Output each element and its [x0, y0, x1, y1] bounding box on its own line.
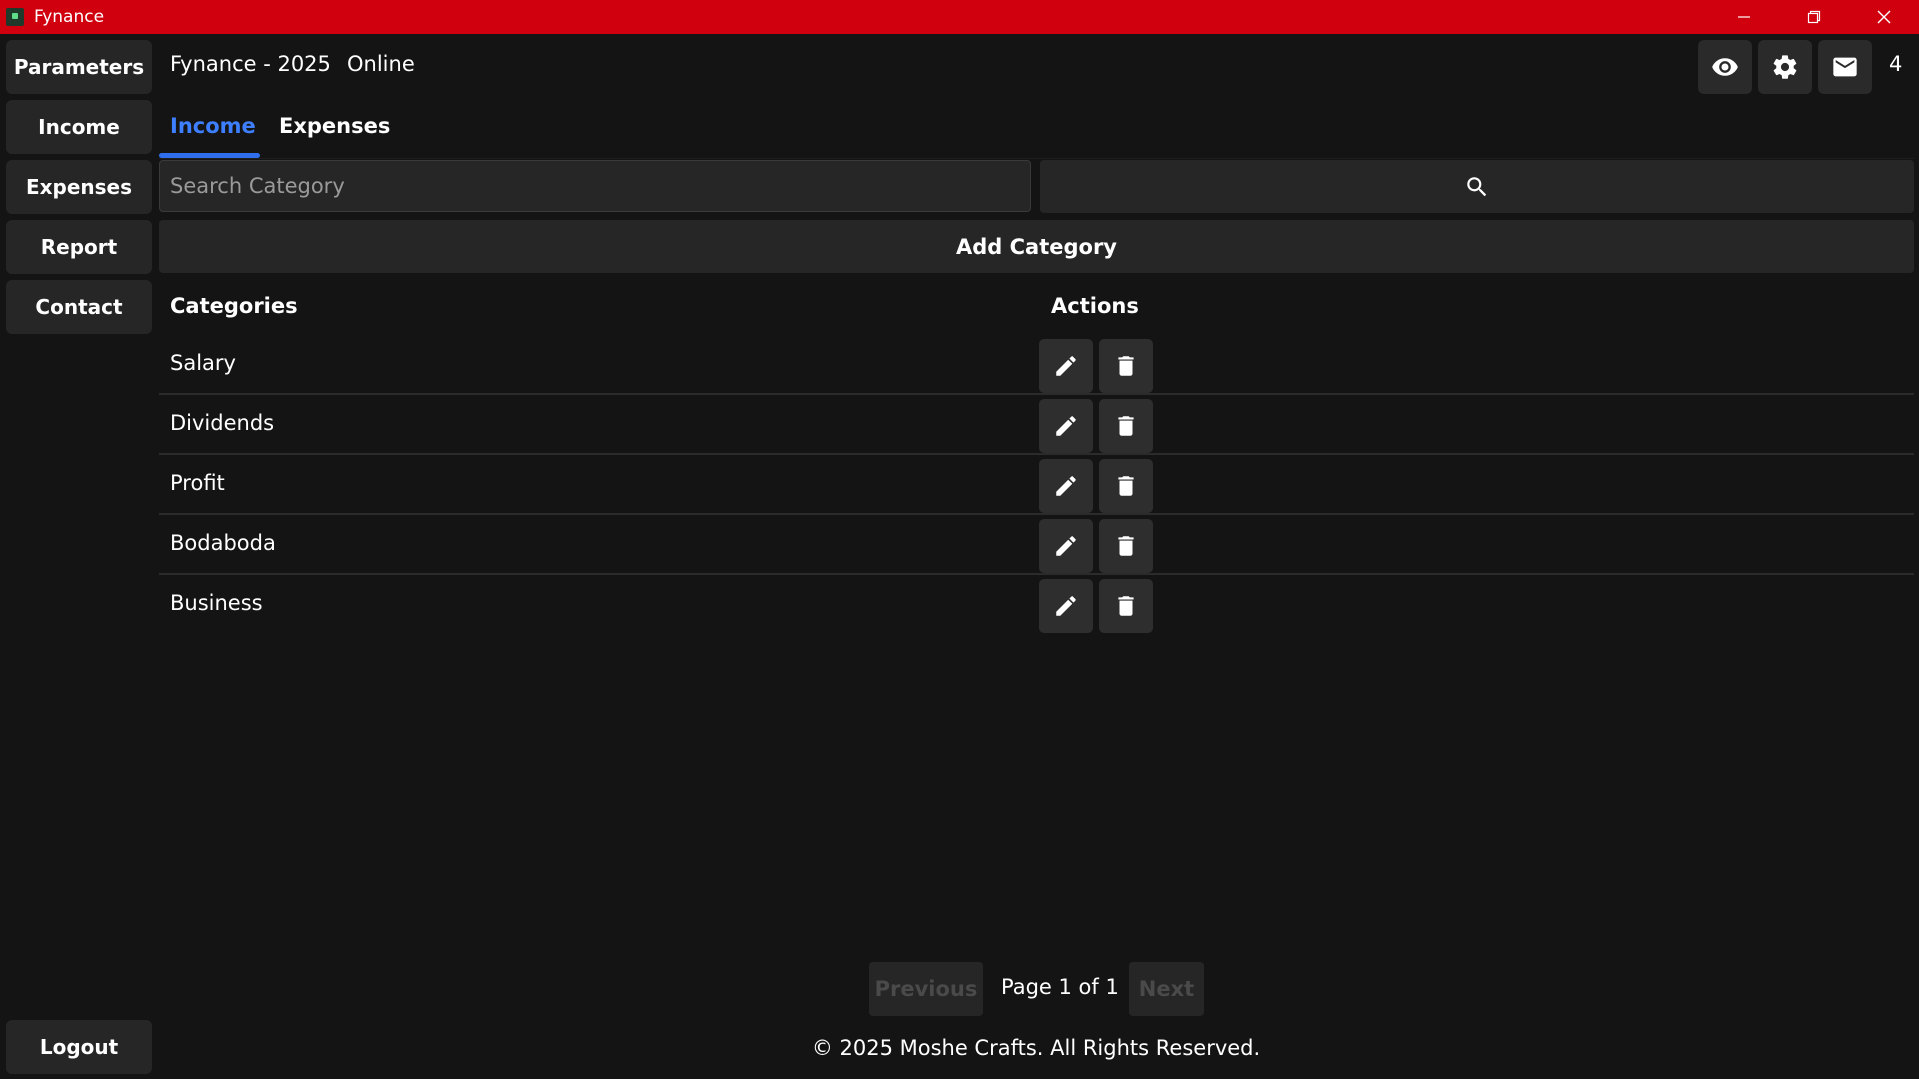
restore-button[interactable]: [1779, 0, 1849, 34]
column-header-actions: Actions: [1051, 294, 1139, 318]
page-indicator: Page 1 of 1: [1001, 975, 1119, 999]
trash-icon: [1118, 536, 1134, 556]
column-header-categories: Categories: [170, 294, 298, 318]
minimize-icon: [1738, 16, 1750, 18]
mail-icon: [1833, 57, 1857, 77]
search-input[interactable]: [159, 160, 1031, 212]
edit-button[interactable]: [1039, 399, 1093, 453]
page-title: Fynance - 2025: [170, 52, 331, 76]
gear-icon: [1773, 55, 1797, 79]
sidebar-item-income[interactable]: Income: [6, 100, 152, 154]
add-category-button[interactable]: Add Category: [159, 220, 1914, 273]
close-button[interactable]: [1849, 0, 1919, 34]
next-page-button[interactable]: Next: [1129, 962, 1204, 1016]
minimize-button[interactable]: [1709, 0, 1779, 34]
messages-button[interactable]: [1818, 40, 1872, 94]
pencil-icon: [1056, 476, 1076, 496]
window-title: Fynance: [34, 7, 105, 27]
delete-button[interactable]: [1099, 339, 1153, 393]
table-row: Profit: [159, 455, 1914, 515]
status-label: Online: [347, 52, 415, 76]
previous-page-button[interactable]: Previous: [869, 962, 983, 1016]
app-logo-icon: [6, 8, 24, 26]
trash-icon: [1118, 476, 1134, 496]
pencil-icon: [1056, 356, 1076, 376]
search-icon: [1467, 176, 1487, 196]
trash-icon: [1118, 416, 1134, 436]
tab-expenses[interactable]: Expenses: [279, 114, 390, 138]
settings-button[interactable]: [1758, 40, 1812, 94]
sidebar-item-contact[interactable]: Contact: [6, 280, 152, 334]
edit-button[interactable]: [1039, 519, 1093, 573]
delete-button[interactable]: [1099, 579, 1153, 633]
tab-divider: [159, 158, 1914, 159]
trash-icon: [1118, 596, 1134, 616]
category-name: Profit: [170, 471, 225, 495]
delete-button[interactable]: [1099, 399, 1153, 453]
eye-icon: [1712, 58, 1738, 76]
title-bar: Fynance: [0, 0, 1919, 34]
close-icon: [1877, 10, 1891, 24]
edit-button[interactable]: [1039, 579, 1093, 633]
table-row: Bodaboda: [159, 515, 1914, 575]
pencil-icon: [1056, 416, 1076, 436]
delete-button[interactable]: [1099, 459, 1153, 513]
edit-button[interactable]: [1039, 459, 1093, 513]
visibility-button[interactable]: [1698, 40, 1752, 94]
sidebar: Parameters Income Expenses Report Contac…: [6, 40, 152, 340]
sidebar-item-report[interactable]: Report: [6, 220, 152, 274]
window-controls: [1709, 0, 1919, 34]
category-name: Dividends: [170, 411, 275, 435]
category-name: Bodaboda: [170, 531, 276, 555]
category-name: Salary: [170, 351, 236, 375]
pencil-icon: [1056, 596, 1076, 616]
tab-income[interactable]: Income: [170, 114, 256, 138]
pencil-icon: [1056, 536, 1076, 556]
message-count: 4: [1889, 52, 1903, 76]
trash-icon: [1118, 356, 1134, 376]
table-row: Salary: [159, 335, 1914, 395]
restore-icon: [1807, 10, 1821, 24]
search-button[interactable]: [1040, 160, 1914, 213]
sidebar-item-parameters[interactable]: Parameters: [6, 40, 152, 94]
sidebar-item-expenses[interactable]: Expenses: [6, 160, 152, 214]
delete-button[interactable]: [1099, 519, 1153, 573]
table-row: Business: [159, 575, 1914, 635]
footer-copyright: © 2025 Moshe Crafts. All Rights Reserved…: [811, 1036, 1261, 1060]
table-row: Dividends: [159, 395, 1914, 455]
edit-button[interactable]: [1039, 339, 1093, 393]
category-name: Business: [170, 591, 263, 615]
